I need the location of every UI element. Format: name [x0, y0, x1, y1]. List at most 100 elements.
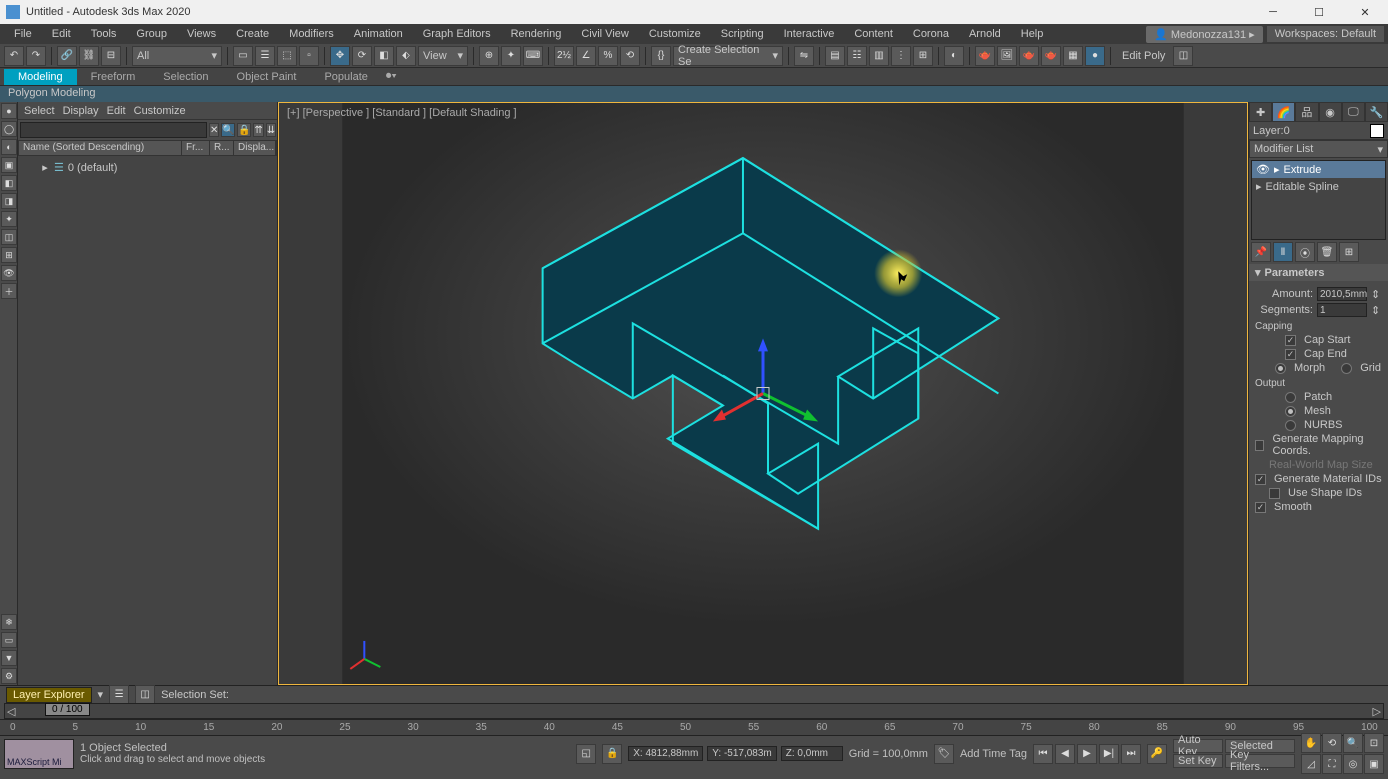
- pivot-icon[interactable]: ⊕: [479, 46, 499, 66]
- mesh-radio[interactable]: [1285, 406, 1296, 417]
- expand-icon[interactable]: ▸: [40, 161, 50, 174]
- bind-icon[interactable]: ⊟: [101, 46, 121, 66]
- amount-spinner[interactable]: 2010,5mm: [1317, 287, 1367, 301]
- color-swatch[interactable]: [1370, 124, 1384, 138]
- ribbon-rec-icon[interactable]: ⏺▾: [382, 68, 401, 85]
- exp-customize[interactable]: Customize: [134, 105, 186, 117]
- explorer-search-input[interactable]: [20, 122, 207, 138]
- tree-node-default[interactable]: ▸ ☰ 0 (default): [22, 160, 273, 175]
- configure-sets-icon[interactable]: ⊞: [1339, 242, 1359, 262]
- maxscript-listener[interactable]: MAXScript Mi: [4, 739, 74, 769]
- editpoly-icon[interactable]: ◫: [1173, 46, 1193, 66]
- spinner-snap-icon[interactable]: ⟲: [620, 46, 640, 66]
- set-key-button[interactable]: Set Key: [1173, 754, 1223, 768]
- ribbon-selection[interactable]: Selection: [149, 69, 222, 85]
- tab-utilities-icon[interactable]: 🔧: [1365, 102, 1388, 122]
- workspace-selector[interactable]: Workspaces: Default: [1267, 26, 1384, 42]
- coord-z[interactable]: Z: 0,0mm: [781, 746, 843, 761]
- menu-modifiers[interactable]: Modifiers: [279, 26, 344, 42]
- layer-btn2-icon[interactable]: ◫: [135, 685, 155, 705]
- col-name[interactable]: Name (Sorted Descending): [19, 141, 182, 155]
- orbit-icon[interactable]: ◎: [1343, 754, 1363, 774]
- exp-display[interactable]: Display: [63, 105, 99, 117]
- schematic-icon[interactable]: ⊞: [913, 46, 933, 66]
- menu-content[interactable]: Content: [844, 26, 903, 42]
- menu-corona[interactable]: Corona: [903, 26, 959, 42]
- gen-map-coords-checkbox[interactable]: [1255, 440, 1264, 451]
- select-move-icon[interactable]: ✥: [330, 46, 350, 66]
- curve-editor-icon[interactable]: ⋮: [891, 46, 911, 66]
- fov-icon[interactable]: ◿: [1301, 754, 1321, 774]
- material-editor-icon[interactable]: ◐: [944, 46, 964, 66]
- polygon-modeling-panel[interactable]: Polygon Modeling: [0, 86, 1388, 102]
- auto-key-button[interactable]: Auto Key: [1173, 739, 1223, 753]
- rollout-parameters[interactable]: ▾Parameters: [1249, 264, 1388, 281]
- pan-icon[interactable]: ✋: [1301, 733, 1321, 753]
- exp-select[interactable]: Select: [24, 105, 55, 117]
- cap-end-checkbox[interactable]: ✓: [1285, 349, 1296, 360]
- arc-rotate-icon[interactable]: ⟲: [1322, 733, 1342, 753]
- named-selection[interactable]: Create Selection Se▾: [673, 46, 783, 66]
- camera-icon[interactable]: ▣: [1, 157, 17, 173]
- menu-animation[interactable]: Animation: [344, 26, 413, 42]
- select-icon[interactable]: ▭: [233, 46, 253, 66]
- pin-stack-icon[interactable]: 📌: [1251, 242, 1271, 262]
- segments-spinner[interactable]: 1: [1317, 303, 1367, 317]
- menu-edit[interactable]: Edit: [42, 26, 81, 42]
- display-icon[interactable]: ▭: [1, 632, 17, 648]
- edit-named-sel-icon[interactable]: {}: [651, 46, 671, 66]
- viewport-label[interactable]: [+] [Perspective ] [Standard ] [Default …: [287, 107, 517, 119]
- ribbon-object-paint[interactable]: Object Paint: [223, 69, 311, 85]
- unlink-icon[interactable]: ⛓: [79, 46, 99, 66]
- light-icon[interactable]: ◐: [1, 139, 17, 155]
- morph-radio[interactable]: [1275, 363, 1286, 374]
- tab-create-icon[interactable]: ✚: [1249, 102, 1272, 122]
- menu-scripting[interactable]: Scripting: [711, 26, 774, 42]
- select-rotate-icon[interactable]: ⟳: [352, 46, 372, 66]
- redo-icon[interactable]: ↷: [26, 46, 46, 66]
- angle-snap-icon[interactable]: ∠: [576, 46, 596, 66]
- ribbon-freeform[interactable]: Freeform: [77, 69, 150, 85]
- space-warp-icon[interactable]: ◨: [1, 193, 17, 209]
- tab-hierarchy-icon[interactable]: 品: [1295, 102, 1318, 122]
- menu-interactive[interactable]: Interactive: [774, 26, 845, 42]
- stack-item-editable-spline[interactable]: ▸ Editable Spline: [1252, 178, 1385, 195]
- zoom-all-icon[interactable]: ⊡: [1364, 733, 1384, 753]
- eye-icon[interactable]: 👁: [1256, 163, 1270, 176]
- key-filters-button[interactable]: Key Filters...: [1225, 754, 1295, 768]
- hide-icon[interactable]: 👁: [1, 265, 17, 281]
- menu-rendering[interactable]: Rendering: [501, 26, 572, 42]
- ref-coord[interactable]: View▾: [418, 46, 468, 66]
- time-thumb[interactable]: 0 / 100: [45, 703, 90, 716]
- menu-civil-view[interactable]: Civil View: [571, 26, 638, 42]
- time-prev-icon[interactable]: ◁: [7, 705, 15, 718]
- render-corona-icon[interactable]: ●: [1085, 46, 1105, 66]
- render-icon[interactable]: 🫖: [1019, 46, 1039, 66]
- patch-radio[interactable]: [1285, 392, 1296, 403]
- selection-filter[interactable]: All▾: [132, 46, 222, 66]
- smooth-checkbox[interactable]: ✓: [1255, 502, 1266, 513]
- close-button[interactable]: ✕: [1342, 0, 1388, 24]
- menu-views[interactable]: Views: [177, 26, 226, 42]
- time-ruler[interactable]: 0510152025303540455055606570758085909510…: [0, 719, 1388, 735]
- gen-mat-ids-checkbox[interactable]: ✓: [1255, 474, 1266, 485]
- user-button[interactable]: 👤 Medonozza131 ▸: [1146, 26, 1263, 43]
- menu-tools[interactable]: Tools: [81, 26, 127, 42]
- bone-icon[interactable]: ✦: [1, 211, 17, 227]
- menu-arnold[interactable]: Arnold: [959, 26, 1011, 42]
- mirror-icon[interactable]: ⇋: [794, 46, 814, 66]
- minimize-button[interactable]: ─: [1250, 0, 1296, 24]
- undo-icon[interactable]: ↶: [4, 46, 24, 66]
- col-render[interactable]: R...: [210, 141, 234, 155]
- viewport-perspective[interactable]: [+] [Perspective ] [Standard ] [Default …: [278, 102, 1248, 685]
- time-slider[interactable]: ◁ 0 / 100 ▷: [4, 703, 1384, 719]
- menu-customize[interactable]: Customize: [639, 26, 711, 42]
- ribbon-modeling[interactable]: Modeling: [4, 69, 77, 85]
- menu-graph-editors[interactable]: Graph Editors: [413, 26, 501, 42]
- keyboard-shortcut-icon[interactable]: ⌨: [523, 46, 543, 66]
- col-frozen[interactable]: Fr...: [182, 141, 210, 155]
- grid-radio[interactable]: [1341, 363, 1352, 374]
- container-icon[interactable]: ◫: [1, 229, 17, 245]
- coord-y[interactable]: Y: -517,083m: [707, 746, 776, 761]
- window-crossing-icon[interactable]: ▫: [299, 46, 319, 66]
